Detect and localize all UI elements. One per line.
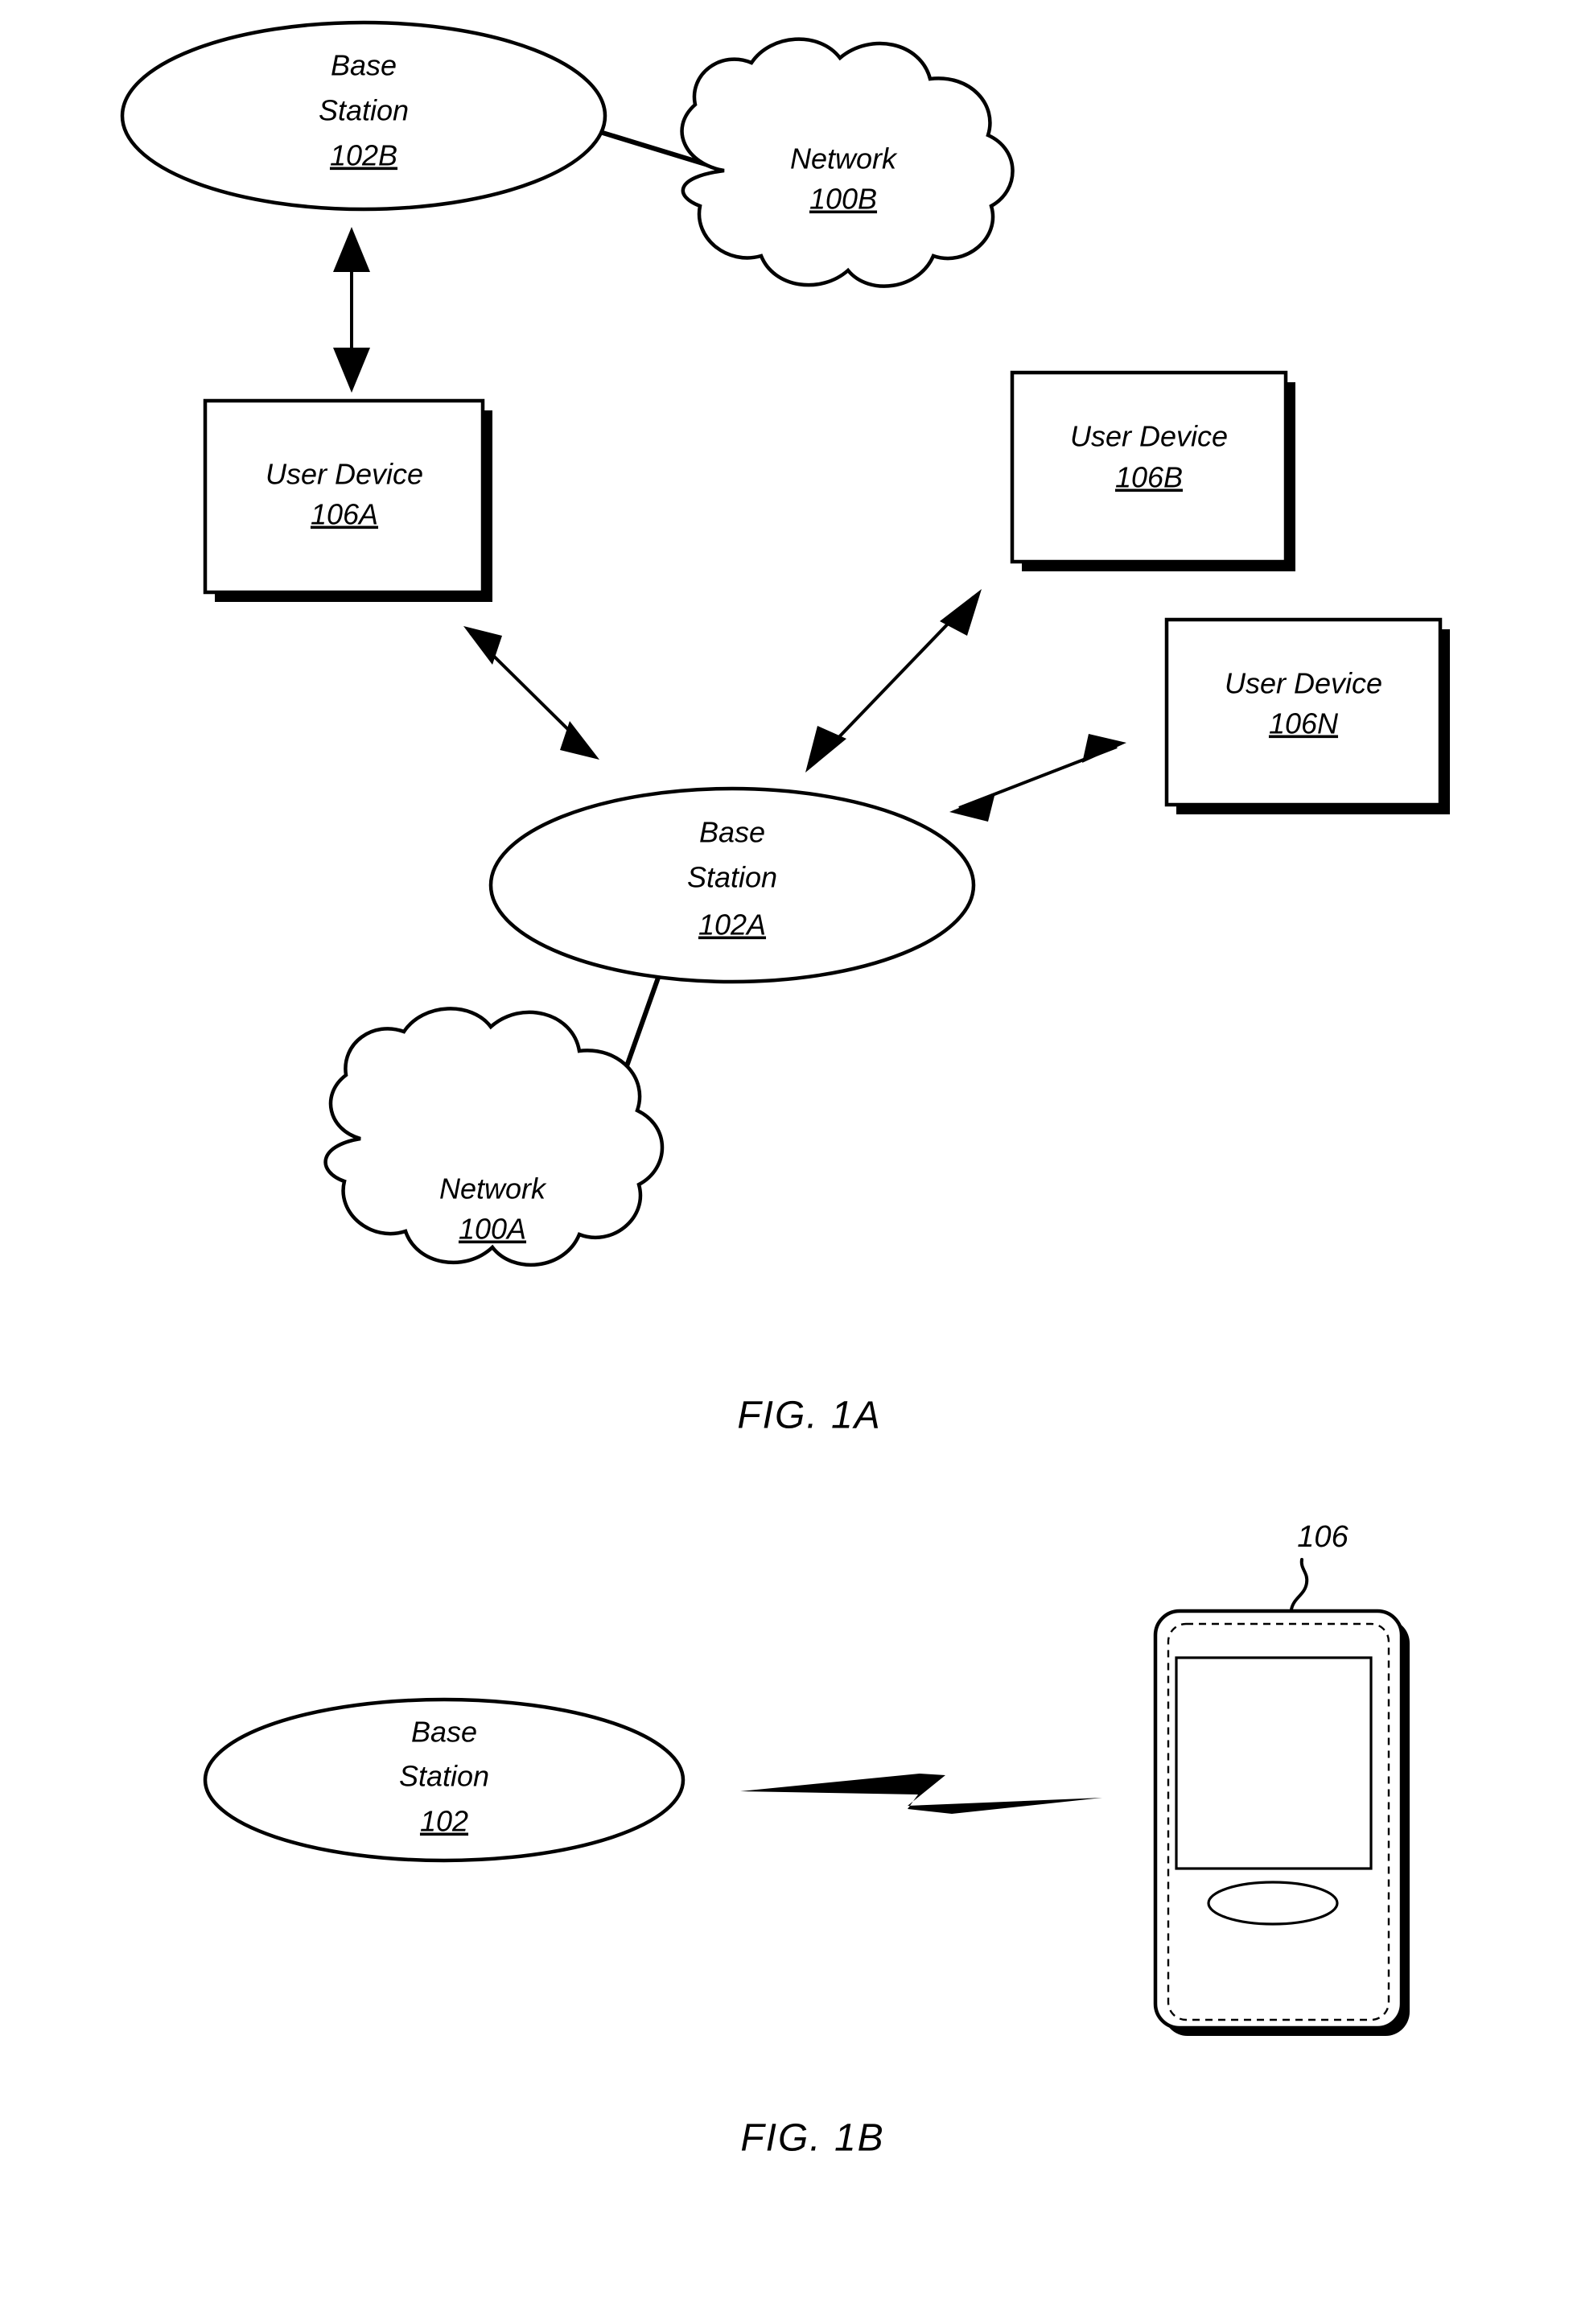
node-user-device-106A: User Device 106A	[203, 398, 492, 602]
arrow-102B-to-106A	[333, 227, 370, 393]
phone-leader-line	[1290, 1558, 1309, 1611]
node-base-station-102: Base Station 102	[203, 1697, 686, 1863]
arrow-102A-to-106B	[805, 589, 982, 773]
node-base-station-102B: Base Station 102B	[120, 20, 607, 212]
figure-1b: Base Station 102 106 FIG. 1B	[203, 1520, 1410, 2160]
node-user-device-106: 106	[1153, 1520, 1410, 2036]
arrow-106A-to-102A	[463, 626, 599, 760]
user-device-106N-label: User Device	[1225, 667, 1382, 700]
base-station-102A-ref: 102A	[698, 909, 766, 942]
node-base-station-102A: Base Station 102A	[488, 786, 976, 984]
base-station-102A-label-line1: Base	[699, 816, 765, 849]
user-device-106A-box	[203, 398, 485, 595]
base-station-102A-label-line2: Station	[687, 861, 777, 894]
user-device-106B-ref: 106B	[1115, 461, 1183, 494]
base-station-102B-ref: 102B	[330, 139, 397, 172]
lightning-bolt-icon	[740, 1774, 1102, 1814]
user-device-106-ref: 106	[1297, 1520, 1348, 1554]
figure-1a-caption: FIG. 1A	[737, 1395, 881, 1437]
base-station-102B-label-line1: Base	[331, 49, 397, 82]
phone-screen	[1175, 1656, 1373, 1870]
network-100A-ref: 100A	[459, 1213, 526, 1246]
node-network-100A: Network 100A	[323, 1007, 665, 1267]
base-station-102-ref: 102	[420, 1805, 468, 1838]
phone-home-button	[1207, 1881, 1339, 1926]
base-station-102B-label-line2: Station	[319, 94, 409, 127]
user-device-106B-label: User Device	[1070, 420, 1228, 453]
arrow-102A-to-106N	[949, 734, 1126, 822]
network-100B-label: Network	[790, 142, 898, 175]
patent-figure-sheet: Network 100B Base Station 102B User Devi…	[0, 0, 1577, 2324]
node-network-100B: Network 100B	[680, 37, 1015, 288]
user-device-106N-ref: 106N	[1269, 707, 1339, 740]
network-100B-ref: 100B	[809, 183, 877, 216]
figure-canvas: Network 100B Base Station 102B User Devi…	[120, 20, 1450, 2160]
base-station-102-label-line2: Station	[399, 1760, 489, 1793]
base-station-102-label-line1: Base	[411, 1716, 477, 1749]
figure-1a: Network 100B Base Station 102B User Devi…	[120, 20, 1450, 1437]
user-device-106A-label: User Device	[266, 458, 423, 491]
user-device-106A-ref: 106A	[311, 498, 378, 531]
network-100A-label: Network	[439, 1172, 547, 1205]
node-user-device-106N: User Device 106N	[1164, 617, 1450, 814]
node-user-device-106B: User Device 106B	[1010, 370, 1295, 571]
figure-1b-caption: FIG. 1B	[740, 2117, 884, 2160]
